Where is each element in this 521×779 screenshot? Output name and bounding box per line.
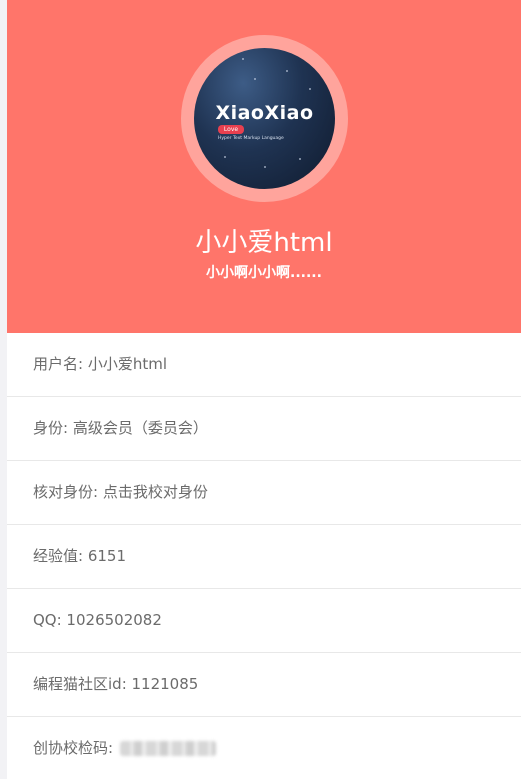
info-row-community-id: 编程猫社区id: 1121085 xyxy=(7,653,521,717)
info-list: 用户名: 小小爱html 身份: 高级会员（委员会） 核对身份: 点击我校对身份… xyxy=(7,333,521,779)
verify-code-row: 创协校检码: xyxy=(33,717,216,779)
experience-text: 经验值: 6151 xyxy=(33,547,126,565)
info-row-identity: 身份: 高级会员（委员会） xyxy=(7,397,521,461)
avatar[interactable]: XiaoXiao Love Hyper Text Markup Language xyxy=(194,48,335,189)
username-text: 用户名: 小小爱html xyxy=(33,355,167,373)
qq-text: QQ: 1026502082 xyxy=(33,611,162,629)
signature: 小小啊小小啊...... xyxy=(206,265,322,281)
avatar-logo-text: XiaoXiao xyxy=(215,102,314,124)
avatar-subtitle: Hyper Text Markup Language xyxy=(218,136,284,141)
profile-header: XiaoXiao Love Hyper Text Markup Language… xyxy=(7,0,521,333)
verify-identity-link[interactable]: 核对身份: 点击我校对身份 xyxy=(33,461,208,524)
info-row-username: 用户名: 小小爱html xyxy=(7,333,521,397)
info-row-experience: 经验值: 6151 xyxy=(7,525,521,589)
info-row-verify-code: 创协校检码: xyxy=(7,717,521,779)
community-id-text: 编程猫社区id: 1121085 xyxy=(33,675,199,693)
display-name: 小小爱html xyxy=(195,228,333,258)
verify-code-blurred xyxy=(119,741,216,756)
avatar-badge: Love xyxy=(218,125,244,134)
verify-code-label: 创协校检码: xyxy=(33,739,118,757)
avatar-ring: XiaoXiao Love Hyper Text Markup Language xyxy=(181,35,348,202)
info-row-qq: QQ: 1026502082 xyxy=(7,589,521,653)
info-row-verify[interactable]: 核对身份: 点击我校对身份 xyxy=(7,461,521,525)
profile-card: XiaoXiao Love Hyper Text Markup Language… xyxy=(7,0,521,779)
identity-text: 身份: 高级会员（委员会） xyxy=(33,419,208,437)
